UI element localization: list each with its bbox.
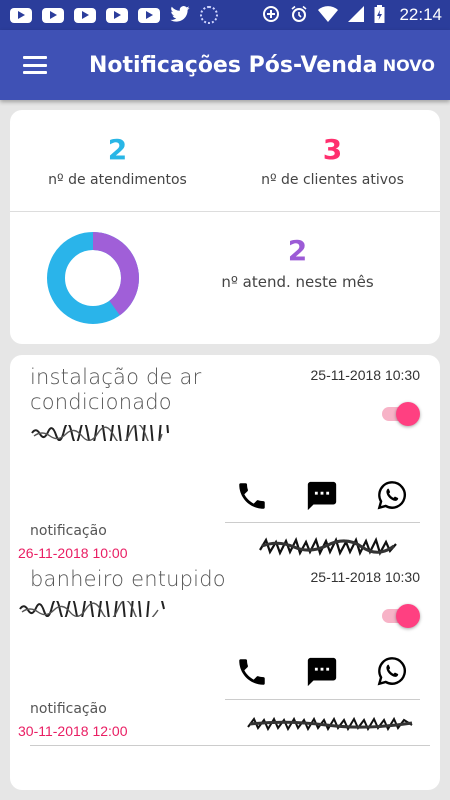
new-button[interactable]: NOVO [383, 56, 435, 75]
alarm-icon [290, 5, 308, 26]
stat-clientes-value: 3 [322, 133, 343, 166]
youtube-icon [10, 7, 32, 23]
redacted-client-name [31, 425, 169, 441]
item-rule [225, 522, 420, 523]
status-bar-notifications [10, 5, 218, 25]
status-bar: 22:14 [0, 0, 450, 30]
notification-list: instalação de ar condicionado 25-11-2018… [10, 355, 440, 790]
notification-label: notificação [30, 701, 107, 717]
stat-atendimentos-label: nº de atendimentos [48, 172, 187, 188]
item-bottom-rule [30, 745, 430, 746]
notification-title: instalação de ar condicionado [30, 365, 202, 415]
phone-icon[interactable] [235, 479, 269, 513]
redacted-client-name [19, 601, 165, 617]
youtube-icon [74, 7, 96, 23]
data-saver-icon [262, 5, 280, 26]
app-bar: Notificações Pós-Venda NOVO [0, 30, 450, 100]
monthly-donut-chart [47, 232, 139, 324]
notification-title: banheiro entupido [30, 567, 226, 591]
sms-icon[interactable] [305, 655, 339, 689]
notification-label: notificação [30, 523, 107, 539]
notification-created-date: 25-11-2018 10:30 [310, 367, 421, 383]
notification-created-date: 25-11-2018 10:30 [310, 569, 421, 585]
status-bar-system: 22:14 [262, 4, 442, 26]
sync-icon [200, 6, 218, 24]
notification-toggle[interactable] [380, 601, 420, 631]
stat-mes: 2 nº atend. neste mês [190, 234, 405, 292]
notification-scheduled-date: 26-11-2018 10:00 [18, 545, 128, 561]
sms-icon[interactable] [305, 479, 339, 513]
stat-atendimentos-value: 2 [107, 133, 128, 166]
status-time: 22:14 [399, 5, 442, 24]
hamburger-icon [23, 56, 47, 59]
stat-atendimentos: 2 nº de atendimentos [10, 133, 225, 189]
stat-mes-label: nº atend. neste mês [221, 273, 374, 291]
notification-scheduled-date: 30-11-2018 12:00 [18, 723, 128, 739]
signal-icon [348, 5, 365, 25]
summary-divider [10, 211, 440, 212]
stat-mes-value: 2 [287, 234, 308, 267]
redacted-phone-number [247, 716, 413, 732]
summary-card: 2 nº de atendimentos 3 nº de clientes at… [10, 110, 440, 344]
page-title: Notificações Pós-Venda [89, 52, 378, 78]
stat-clientes: 3 nº de clientes ativos [225, 133, 440, 189]
wifi-icon [318, 5, 339, 25]
item-rule [225, 699, 420, 700]
youtube-icon [138, 7, 160, 23]
redacted-phone-number [259, 537, 397, 556]
whatsapp-icon[interactable] [376, 655, 408, 687]
battery-charging-icon [374, 4, 385, 26]
list-item[interactable]: banheiro entupido 25-11-2018 10:30 notif… [10, 567, 440, 757]
list-item[interactable]: instalação de ar condicionado 25-11-2018… [10, 355, 440, 567]
menu-button[interactable] [23, 56, 47, 74]
twitter-icon [170, 5, 190, 25]
youtube-icon [106, 7, 128, 23]
stat-clientes-label: nº de clientes ativos [261, 172, 404, 188]
whatsapp-icon[interactable] [376, 479, 408, 511]
notification-toggle[interactable] [380, 399, 420, 429]
phone-icon[interactable] [235, 655, 269, 689]
youtube-icon [42, 7, 64, 23]
